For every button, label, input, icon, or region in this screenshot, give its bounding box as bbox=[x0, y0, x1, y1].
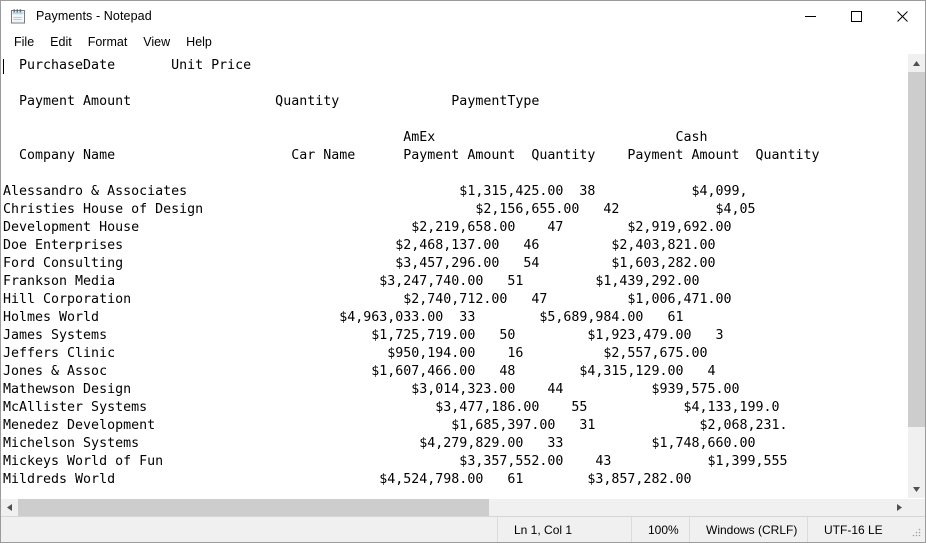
status-zoom: 100% bbox=[631, 517, 689, 542]
status-line-ending: Windows (CRLF) bbox=[689, 517, 807, 542]
document-text[interactable]: PurchaseDate Unit Price Payment Amount Q… bbox=[3, 57, 820, 489]
vertical-scroll-track[interactable] bbox=[908, 72, 925, 480]
horizontal-scroll-track[interactable] bbox=[18, 499, 891, 516]
status-encoding: UTF-16 LE bbox=[807, 517, 925, 542]
menu-bar: File Edit Format View Help bbox=[1, 31, 925, 53]
scroll-up-button[interactable] bbox=[908, 54, 925, 72]
status-line-column: Ln 1, Col 1 bbox=[497, 517, 631, 542]
maximize-button[interactable] bbox=[833, 1, 879, 31]
menu-item-file[interactable]: File bbox=[6, 32, 42, 53]
scroll-left-button[interactable] bbox=[1, 499, 18, 516]
text-editor[interactable]: PurchaseDate Unit Price Payment Amount Q… bbox=[1, 54, 907, 498]
window-title: Payments - Notepad bbox=[36, 9, 152, 23]
close-button[interactable] bbox=[879, 1, 925, 31]
editor-region: PurchaseDate Unit Price Payment Amount Q… bbox=[1, 53, 925, 516]
notepad-icon bbox=[10, 8, 27, 25]
title-bar: Payments - Notepad bbox=[1, 1, 925, 31]
status-bar: Ln 1, Col 1 100% Windows (CRLF) UTF-16 L… bbox=[1, 516, 925, 542]
window-controls bbox=[787, 1, 925, 31]
menu-item-view[interactable]: View bbox=[135, 32, 178, 53]
horizontal-scroll-thumb[interactable] bbox=[18, 499, 490, 516]
vertical-scroll-thumb[interactable] bbox=[908, 72, 925, 427]
menu-item-format[interactable]: Format bbox=[80, 32, 136, 53]
menu-item-help[interactable]: Help bbox=[178, 32, 220, 53]
minimize-button[interactable] bbox=[787, 1, 833, 31]
scrollbar-corner bbox=[908, 499, 925, 516]
vertical-scrollbar[interactable] bbox=[907, 54, 925, 498]
notepad-window: Payments - Notepad File Edit Format View… bbox=[0, 0, 926, 543]
horizontal-scrollbar[interactable] bbox=[1, 498, 925, 516]
scroll-down-button[interactable] bbox=[908, 480, 925, 498]
resize-grip-icon[interactable] bbox=[910, 527, 922, 539]
menu-item-edit[interactable]: Edit bbox=[42, 32, 80, 53]
scroll-right-button[interactable] bbox=[891, 499, 908, 516]
